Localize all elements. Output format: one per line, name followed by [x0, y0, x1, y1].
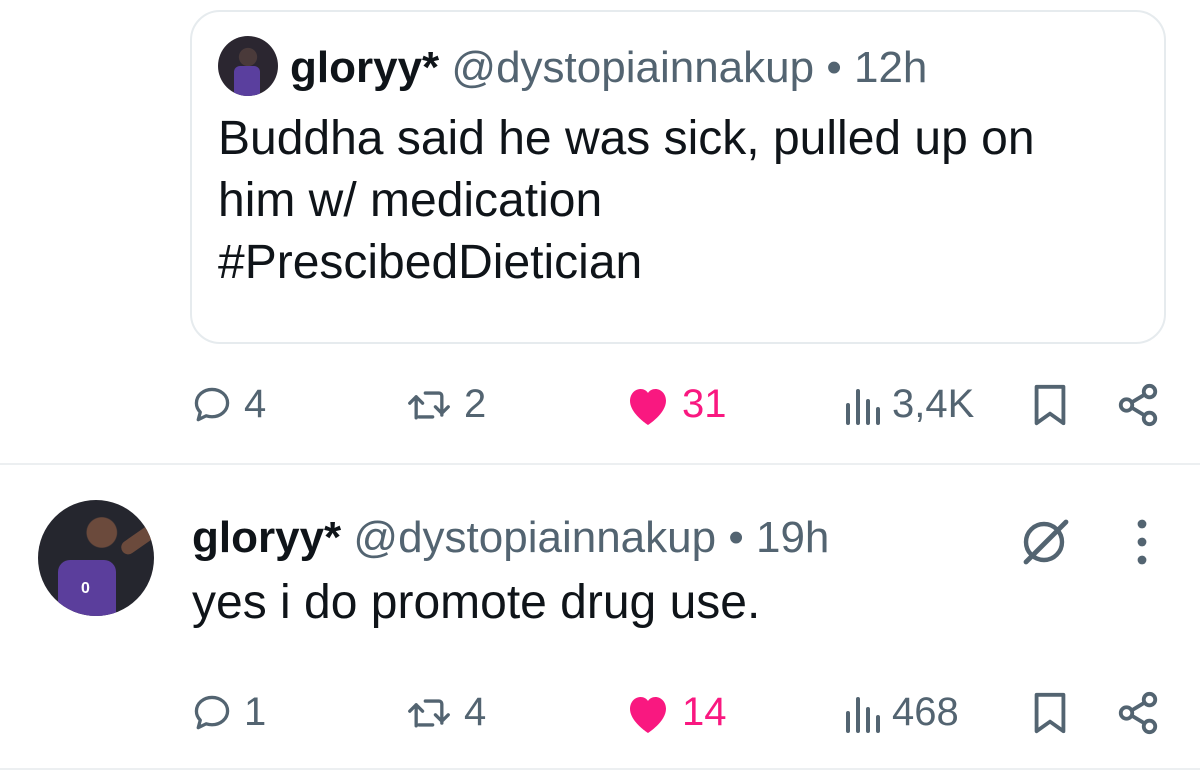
bookmark-button[interactable] — [1030, 382, 1070, 428]
bookmark-icon — [1034, 384, 1066, 426]
quoted-tweet-text: Buddha said he was sick, pulled up on hi… — [218, 108, 1148, 294]
quoted-tweet-avatar[interactable] — [218, 36, 278, 96]
heart-icon — [630, 696, 666, 733]
more-options-icon[interactable] — [1132, 516, 1152, 573]
handle[interactable]: @dystopiainnakup — [451, 43, 814, 92]
separator: • — [826, 43, 842, 92]
display-name[interactable]: gloryy* — [192, 513, 341, 562]
bookmark-icon — [1034, 692, 1066, 734]
quoted-tweet-header: gloryy* @dystopiainnakup • 12h — [290, 40, 927, 96]
reply-count: 1 — [244, 690, 267, 734]
views-count: 3,4K — [892, 382, 975, 426]
like-count: 14 — [682, 690, 727, 734]
timestamp[interactable]: 12h — [854, 43, 927, 92]
handle[interactable]: @dystopiainnakup — [353, 513, 716, 562]
like-button[interactable]: 14 — [624, 690, 727, 735]
divider — [0, 463, 1200, 465]
reply-count: 4 — [244, 382, 267, 426]
repost-count: 2 — [464, 382, 487, 426]
display-name[interactable]: gloryy* — [290, 43, 439, 92]
tweet-text: yes i do promote drug use. — [192, 576, 761, 629]
reply-button[interactable]: 1 — [190, 690, 266, 735]
tweet-header: gloryy* @dystopiainnakup • 19h — [192, 510, 829, 566]
reply-icon — [194, 695, 230, 729]
avatar[interactable]: 0 — [38, 500, 154, 616]
share-button[interactable] — [1114, 382, 1162, 428]
share-icon — [1118, 383, 1158, 427]
heart-icon — [630, 388, 666, 425]
timestamp[interactable]: 19h — [756, 513, 829, 562]
views-count: 468 — [892, 690, 959, 734]
repost-button[interactable]: 4 — [404, 690, 486, 735]
grok-icon[interactable] — [1016, 516, 1076, 573]
repost-button[interactable]: 2 — [404, 382, 486, 427]
text-line: Buddha said he was sick, pulled up on — [218, 112, 1035, 165]
views-icon — [846, 388, 880, 425]
like-button[interactable]: 31 — [624, 382, 727, 427]
reply-button[interactable]: 4 — [190, 382, 266, 427]
hashtag[interactable]: #PrescibedDietician — [218, 232, 1148, 294]
separator: • — [728, 513, 744, 562]
like-count: 31 — [682, 382, 727, 426]
views-icon — [846, 696, 880, 733]
divider — [0, 768, 1200, 770]
repost-count: 4 — [464, 690, 487, 734]
bookmark-button[interactable] — [1030, 690, 1070, 736]
views-button[interactable]: 468 — [842, 690, 959, 735]
text-line: him w/ medication — [218, 174, 603, 227]
share-icon — [1118, 691, 1158, 735]
reply-icon — [194, 387, 230, 421]
repost-icon — [408, 390, 450, 419]
share-button[interactable] — [1114, 690, 1162, 736]
views-button[interactable]: 3,4K — [842, 382, 974, 427]
repost-icon — [408, 698, 450, 727]
